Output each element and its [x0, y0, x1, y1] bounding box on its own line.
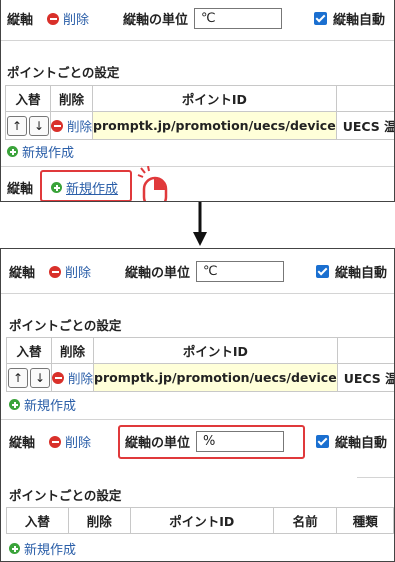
col-header-delete: 削除 [49, 85, 94, 112]
move-down-button[interactable]: ↓ [29, 115, 49, 136]
axis-label: 縦軸 [7, 13, 34, 28]
move-up-button[interactable]: ↑ [7, 115, 27, 136]
divider [1, 419, 394, 420]
axis-delete-link[interactable]: 削除 [63, 9, 89, 28]
delete-icon[interactable] [52, 371, 64, 384]
col-header-delete: 削除 [67, 507, 131, 534]
col-header-swap: 入替 [5, 85, 51, 112]
delete-cell: 削除 [49, 111, 94, 140]
axis-label: 縦軸 [7, 182, 34, 197]
swap-cell: ↑ ↓ [6, 363, 52, 392]
auto-label: 縦軸自動 [333, 13, 386, 28]
col-header-name [335, 85, 394, 112]
divider [357, 477, 394, 478]
points-title: ポイントごとの設定 [9, 318, 122, 333]
highlight-box [40, 170, 132, 201]
point-name-cell: UECS 温度 [335, 111, 394, 140]
col-header-point-id: ポイントID [93, 337, 338, 364]
table-header-row: 入替 削除 ポイントID [6, 337, 394, 364]
auto-label: 縦軸自動 [335, 436, 388, 451]
mouse-click-icon [137, 166, 168, 201]
divider [1, 40, 394, 41]
axis-delete-link[interactable]: 削除 [65, 432, 91, 451]
col-header-delete: 削除 [50, 337, 95, 364]
new-point-row: 新規作成 [7, 142, 74, 161]
points-title: ポイントごとの設定 [7, 65, 120, 80]
delete-cell: 削除 [50, 363, 95, 392]
axis-label: 縦軸 [9, 436, 36, 451]
col-header-swap: 入替 [6, 507, 69, 534]
col-header-type: 種類 [336, 507, 394, 534]
points-table-2: 入替 削除 ポイントID 名前 種類 [6, 507, 394, 534]
before-panel: 縦軸 削除 縦軸の単位 縦軸自動 ポイントごとの設定 入替 削除 ポイントID … [0, 0, 395, 202]
add-icon[interactable] [7, 146, 18, 157]
add-icon[interactable] [9, 543, 20, 554]
col-header-name [336, 337, 394, 364]
arrow-down-icon [193, 202, 207, 246]
add-icon[interactable] [9, 399, 20, 410]
points-table: 入替 削除 ポイントID ↑ ↓ 削除 promptk.jp/promotion/… [5, 85, 394, 140]
swap-cell: ↑ ↓ [5, 111, 51, 140]
point-id-cell[interactable]: promptk.jp/promotion/uecs/device [92, 111, 337, 140]
auto-checkbox[interactable] [316, 435, 330, 448]
table-row: ↑ ↓ 削除 promptk.jp/promotion/uecs/device U… [5, 111, 394, 140]
unit-label: 縦軸の単位 [125, 266, 191, 281]
point-id-cell[interactable]: promptk.jp/promotion/uecs/device [93, 363, 338, 392]
points-title: ポイントごとの設定 [9, 488, 122, 503]
new-point-link[interactable]: 新規作成 [24, 539, 76, 558]
delete-icon[interactable] [47, 12, 60, 25]
new-point-row: 新規作成 [9, 539, 76, 558]
table-row: ↑ ↓ 削除 promptk.jp/promotion/uecs/device U… [6, 363, 394, 392]
new-point-link[interactable]: 新規作成 [22, 142, 74, 161]
col-header-swap: 入替 [6, 337, 52, 364]
divider [1, 166, 394, 167]
divider [1, 293, 394, 294]
auto-label: 縦軸自動 [335, 266, 388, 281]
auto-checkbox[interactable] [314, 12, 328, 25]
delete-icon[interactable] [51, 119, 63, 132]
points-table: 入替 削除 ポイントID ↑ ↓ 削除 promptk.jp/promotion/… [6, 337, 394, 392]
unit-input[interactable] [196, 261, 285, 282]
delete-icon[interactable] [49, 265, 62, 278]
col-header-point-id: ポイントID [129, 507, 274, 534]
col-header-point-id: ポイントID [92, 85, 337, 112]
col-header-name: 名前 [272, 507, 338, 534]
new-point-link[interactable]: 新規作成 [24, 395, 76, 414]
move-up-button[interactable]: ↑ [8, 367, 28, 388]
unit-label: 縦軸の単位 [123, 13, 189, 28]
table-header-row: 入替 削除 ポイントID 名前 種類 [6, 507, 394, 534]
row-delete-link[interactable]: 削除 [68, 368, 93, 387]
move-down-button[interactable]: ↓ [30, 367, 50, 388]
table-header-row: 入替 削除 ポイントID [5, 85, 394, 112]
after-panel: 縦軸 削除 縦軸の単位 縦軸自動 ポイントごとの設定 入替 削除 ポイントID … [0, 248, 395, 562]
unit-input[interactable] [194, 8, 283, 29]
highlight-box [118, 425, 305, 459]
new-point-row: 新規作成 [9, 395, 76, 414]
axis-label: 縦軸 [9, 266, 36, 281]
axis-header-row: 縦軸 削除 縦軸の単位 縦軸自動 [9, 261, 387, 282]
auto-checkbox[interactable] [316, 265, 330, 278]
delete-icon[interactable] [49, 435, 62, 448]
point-name-cell: UECS 温度 [336, 363, 394, 392]
row-delete-link[interactable]: 削除 [67, 116, 92, 135]
axis-header-row: 縦軸 削除 縦軸の単位 縦軸自動 [7, 8, 385, 29]
axis-delete-link[interactable]: 削除 [65, 262, 91, 281]
